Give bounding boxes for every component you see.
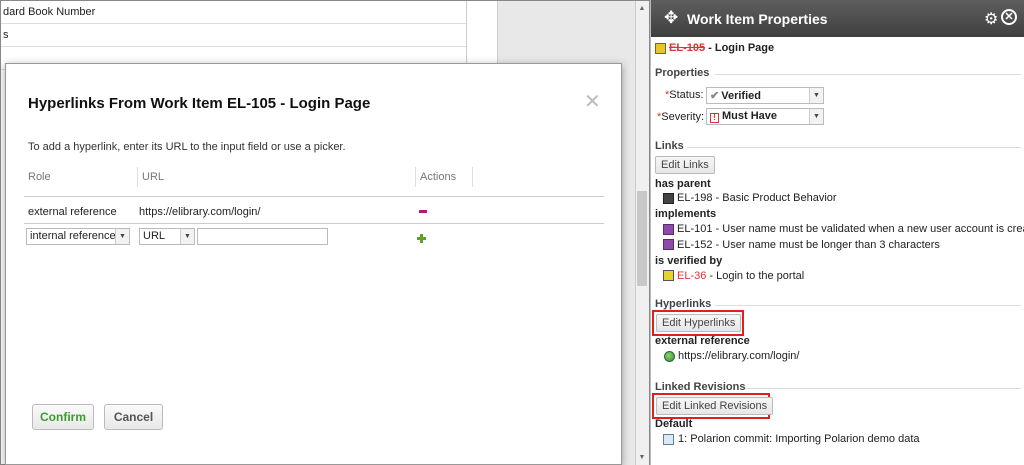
severity-value: Must Have [722,110,778,122]
url-input[interactable] [197,228,328,245]
cancel-button[interactable]: Cancel [104,404,163,430]
section-divider [715,74,1021,75]
requirement-icon [655,43,666,54]
work-item-title: - Login Page [705,42,775,54]
scrollbar-thumb[interactable] [637,191,647,286]
work-item-properties-panel: ✥ Work Item Properties ⚙ ✕ EL-105 - Logi… [650,0,1024,465]
background-table: dard Book Number s [1,1,467,70]
globe-icon [664,351,675,362]
add-hyperlink-icon[interactable] [417,234,427,244]
close-icon[interactable]: ✕ [1001,9,1017,25]
hyperlink-role: external reference [655,335,750,347]
header-divider [24,196,604,197]
url-type-select-value: URL [143,230,166,242]
linked-item[interactable]: EL-198 - Basic Product Behavior [677,192,837,204]
feature-icon [663,193,674,204]
exclamation-icon: ! [710,113,719,123]
test-case-icon [663,270,674,281]
work-item-id[interactable]: EL-105 [669,42,705,54]
check-icon: ✔ [710,90,720,102]
section-divider [745,388,1021,389]
link-role-has-parent: has parent [655,178,711,190]
background-row: s [1,24,466,47]
edit-links-button[interactable]: Edit Links [655,156,715,174]
edit-linked-revisions-button[interactable]: Edit Linked Revisions [656,397,774,415]
revision-group: Default [655,418,693,430]
status-value: Verified [721,90,761,102]
gear-icon[interactable]: ⚙ [984,9,998,29]
hyperlink-role: external reference [28,206,117,218]
hyperlink-url: https://elibrary.com/login/ [139,206,261,218]
linked-revision[interactable]: 1: Polarion commit: Importing Polarion d… [678,433,920,445]
status-label-text: Status: [669,89,704,101]
section-divider [687,147,1021,148]
link-role-is-verified-by: is verified by [655,255,723,267]
edit-hyperlinks-button[interactable]: Edit Hyperlinks [656,314,742,332]
puzzle-icon: ✥ [664,8,679,27]
revision-icon [663,434,674,445]
scroll-down-icon[interactable]: ▼ [637,454,647,461]
severity-label-text: Severity: [661,111,705,123]
severity-select[interactable]: ! Must Have ▼ [706,108,824,125]
user-story-icon [663,224,674,235]
section-divider [715,305,1021,306]
status-select[interactable]: ✔ Verified ▼ [706,87,824,104]
linked-item-id: EL-36 [677,270,707,282]
chevron-down-icon: ▼ [180,229,194,244]
linked-item-title: - Login to the portal [706,270,805,282]
role-select[interactable]: internal reference ▼ [26,228,130,245]
linked-item[interactable]: EL-152 - User name must be longer than 3… [677,239,940,251]
remove-hyperlink-icon[interactable] [419,210,427,213]
close-icon[interactable]: ✕ [584,92,601,112]
severity-label: *Severity: [657,111,704,123]
confirm-button[interactable]: Confirm [32,404,94,430]
column-divider [472,167,473,187]
panel-header: ✥ Work Item Properties ⚙ ✕ [651,0,1024,37]
section-properties: Properties [655,67,710,79]
link-role-implements: implements [655,208,717,220]
chevron-down-icon: ▼ [809,88,823,103]
linked-item[interactable]: EL-36 - Login to the portal [677,270,804,282]
row-divider [24,223,604,224]
dialog-description: To add a hyperlink, enter its URL to the… [28,141,346,153]
column-header-url: URL [137,167,164,187]
chevron-down-icon: ▼ [115,229,129,244]
section-hyperlinks: Hyperlinks [655,298,712,310]
section-links: Links [655,140,684,152]
linked-item[interactable]: EL-101 - User name must be validated whe… [677,223,1024,235]
hyperlink-url[interactable]: https://elibrary.com/login/ [678,350,799,362]
column-header-role: Role [28,171,51,183]
background-row: dard Book Number [1,1,466,24]
role-select-value: internal reference [30,230,116,242]
status-label: *Status: [665,89,704,101]
url-type-select[interactable]: URL ▼ [139,228,195,245]
dialog-title: Hyperlinks From Work Item EL-105 - Login… [28,95,371,112]
work-item-heading: EL-105 - Login Page [669,42,774,54]
user-story-icon [663,239,674,250]
hyperlinks-dialog: Hyperlinks From Work Item EL-105 - Login… [5,63,622,465]
column-header-actions: Actions [415,167,456,187]
section-linked-revisions: Linked Revisions [655,381,746,393]
chevron-down-icon: ▼ [809,109,823,124]
panel-title: Work Item Properties [687,11,828,27]
scroll-up-icon[interactable]: ▲ [637,5,647,12]
